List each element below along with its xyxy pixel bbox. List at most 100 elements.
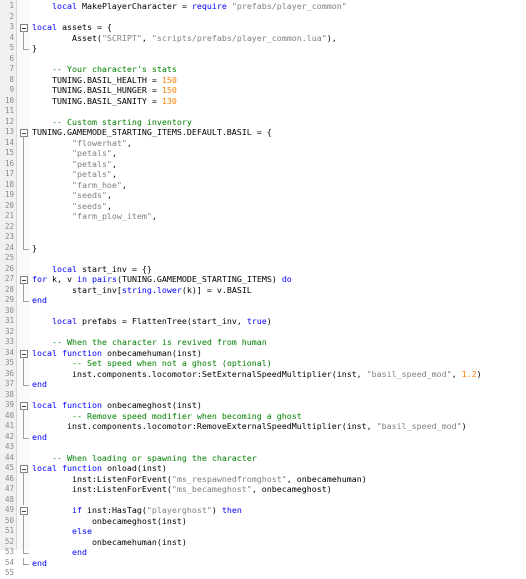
code-line[interactable]: 8 TUNING.BASIL_HEALTH = 150 — [0, 75, 526, 86]
code-text: "seeds", — [32, 190, 112, 201]
code-line[interactable]: 22 — [0, 221, 526, 232]
code-line[interactable]: 54 end — [0, 557, 526, 569]
fold-collapse-icon[interactable] — [19, 127, 29, 138]
code-line[interactable]: 51 else — [0, 526, 526, 537]
code-line[interactable]: 26 local start_inv = {} — [0, 264, 526, 275]
line-number: 25 — [4, 253, 14, 262]
code-line[interactable]: 46 inst:ListenForEvent("ms_respawnedfrom… — [0, 473, 526, 484]
fold-line-icon — [19, 158, 29, 169]
code-line[interactable]: 14 "flowerhat", — [0, 137, 526, 148]
comment-token: -- Your character's stats — [51, 64, 177, 74]
code-line[interactable]: 25 — [0, 253, 526, 264]
line-number: 16 — [4, 158, 14, 168]
code-token: inst.components.locomotor:SetExternalSpe… — [32, 368, 367, 379]
code-line[interactable]: 55 — [0, 568, 526, 579]
code-line[interactable]: 15 "petals", — [0, 148, 526, 159]
code-line[interactable]: 27 for k, v in pairs(TUNING.GAMEMODE_STAR… — [0, 274, 526, 285]
fold-line-icon — [19, 358, 29, 369]
code-line[interactable]: 48 — [0, 494, 526, 505]
code-line[interactable]: 40 -- Remove speed modifier when becomin… — [0, 410, 526, 421]
code-line[interactable]: 30 — [0, 306, 526, 317]
code-line[interactable]: 21 "farm_plow_item", — [0, 211, 526, 222]
code-line[interactable]: 10 TUNING.BASIL_SANITY = 130 — [0, 96, 526, 107]
keyword-token: end — [71, 547, 87, 557]
code-token: , — [106, 200, 112, 211]
code-line[interactable]: 28 start_inv[string.lower(k)] = v.BASIL — [0, 284, 526, 295]
code-line[interactable]: 44 -- When loading or spawning the chara… — [0, 453, 526, 464]
code-line[interactable]: 18 "farm_hoe", — [0, 179, 526, 190]
code-line[interactable]: 29 end — [0, 295, 526, 306]
code-line[interactable]: 50 onbecameghost(inst) — [0, 515, 526, 526]
code-line[interactable]: 5} — [0, 43, 526, 54]
code-line[interactable]: 13 TUNING.GAMEMODE_STARTING_ITEMS.DEFAULT… — [0, 127, 526, 138]
fold-collapse-icon[interactable] — [19, 22, 29, 33]
number-token: 1.2 — [461, 368, 477, 379]
code-line[interactable]: 20 "seeds", — [0, 200, 526, 211]
string-token: "petals" — [71, 148, 112, 158]
line-number: 31 — [4, 316, 14, 325]
code-line[interactable]: 1 local MakePlayerCharacter = require "p… — [0, 1, 526, 12]
code-text: TUNING.BASIL_HEALTH = 150 — [32, 75, 177, 86]
string-token: "scripts/prefabs/player_common.lua" — [151, 32, 327, 43]
line-number: 53 — [4, 547, 14, 556]
code-line[interactable]: 12 -- Custom starting inventory — [0, 117, 526, 128]
code-line[interactable]: 41 inst.components.locomotor:RemoveExter… — [0, 421, 526, 432]
code-line[interactable]: 49 if inst:HasTag("playerghost") then — [0, 505, 526, 516]
code-token: TUNING.BASIL_SANITY = — [32, 95, 162, 106]
code-line[interactable]: 16 "petals", — [0, 158, 526, 169]
code-line[interactable]: 11 — [0, 106, 526, 117]
code-line[interactable]: 17 "petals", — [0, 169, 526, 180]
code-line[interactable]: 42 end — [0, 431, 526, 443]
code-line[interactable]: 45 local function onload(inst) — [0, 463, 526, 474]
code-text: else — [32, 526, 92, 537]
code-editor[interactable]: 1 local MakePlayerCharacter = require "p… — [0, 0, 526, 577]
code-line[interactable]: 9 TUNING.BASIL_HUNGER = 150 — [0, 85, 526, 96]
keyword-token: end — [32, 295, 47, 305]
code-line[interactable]: 43 — [0, 442, 526, 453]
code-line[interactable]: 53 end — [0, 547, 526, 558]
line-number: 8 — [9, 74, 14, 84]
code-line[interactable]: 38 — [0, 390, 526, 401]
line-number: 15 — [4, 148, 14, 157]
comment-token: -- Set speed when not a ghost (optional) — [71, 358, 272, 368]
fold-collapse-icon[interactable] — [19, 274, 29, 285]
code-line[interactable]: 37 end — [0, 379, 526, 390]
code-line[interactable]: 32 — [0, 327, 526, 338]
code-line[interactable]: 23 — [0, 232, 526, 243]
fold-collapse-icon[interactable] — [19, 463, 29, 474]
line-number: 10 — [4, 95, 14, 105]
code-line[interactable]: 4 Asset("SCRIPT", "scripts/prefabs/playe… — [0, 32, 526, 43]
code-line[interactable]: 47 inst:ListenForEvent("ms_becameghost",… — [0, 484, 526, 495]
line-number: 6 — [9, 53, 14, 63]
code-line[interactable]: 36 inst.components.locomotor:SetExternal… — [0, 368, 526, 379]
code-line[interactable]: 3 local assets = { — [0, 22, 526, 33]
number-token: 150 — [161, 74, 177, 85]
string-token: "petals" — [71, 169, 112, 179]
line-number: 3 — [9, 22, 14, 31]
fold-collapse-icon[interactable] — [19, 400, 29, 411]
code-line[interactable]: 39 local function onbecameghost(inst) — [0, 400, 526, 411]
code-line[interactable]: 2 — [0, 12, 526, 23]
code-line[interactable]: 24} — [0, 242, 526, 254]
code-line[interactable]: 31 local prefabs = FlattenTree(start_inv… — [0, 316, 526, 327]
fold-collapse-icon[interactable] — [19, 348, 29, 358]
fold-collapse-icon[interactable] — [19, 505, 29, 516]
string-token: "basil_speed_mod" — [366, 368, 452, 379]
code-token: assets = { — [56, 22, 112, 32]
code-line[interactable]: 34 local function onbecamehuman(inst) — [0, 348, 526, 358]
code-line[interactable]: 6 — [0, 54, 526, 65]
code-line[interactable]: 33 -- When the character is revived from… — [0, 337, 526, 348]
number-token: 150 — [161, 85, 177, 95]
line-number: 20 — [4, 200, 14, 210]
code-line[interactable]: 7 -- Your character's stats — [0, 64, 526, 75]
code-line[interactable]: 52 onbecamehuman(inst) — [0, 536, 526, 547]
code-line[interactable]: 19 "seeds", — [0, 190, 526, 201]
code-line[interactable]: 35 -- Set speed when not a ghost (option… — [0, 358, 526, 369]
